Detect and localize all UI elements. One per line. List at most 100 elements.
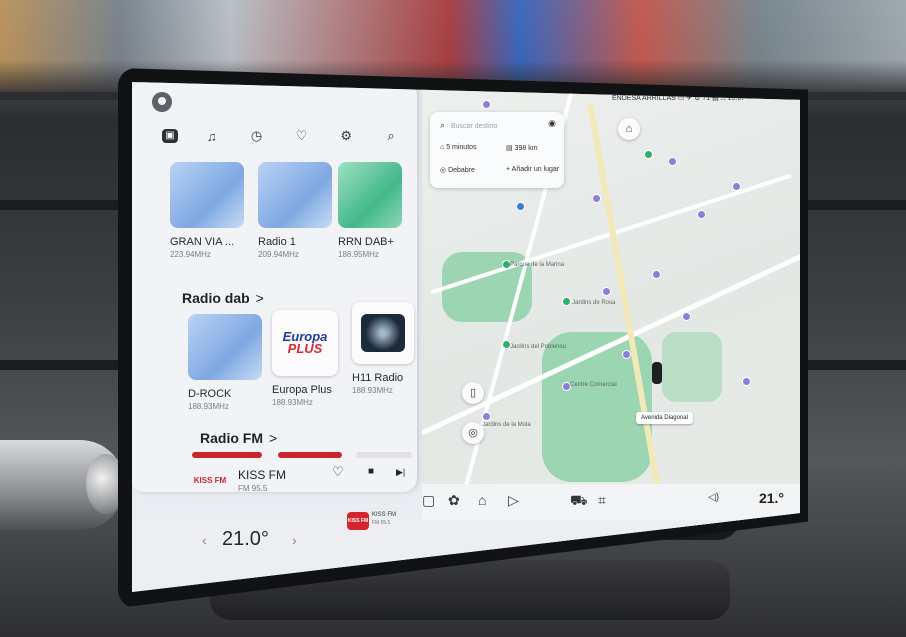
pin-icon: ◎: [440, 167, 447, 174]
station-card[interactable]: D-ROCK 188.93MHz: [188, 314, 262, 411]
car-icon[interactable]: ⛟: [570, 492, 588, 511]
mini-player-subtitle: FM 95.5: [372, 520, 391, 526]
navigation-map[interactable]: Parque de la Marina Jardins de Rosa Jard…: [422, 82, 800, 532]
station-artwork: [188, 314, 262, 380]
map-poi[interactable]: [697, 210, 706, 219]
search-icon: ⌕: [440, 120, 446, 130]
europa-plus-logo: Europa PLUS: [272, 310, 338, 376]
map-layers-icon[interactable]: ▯: [462, 382, 484, 404]
logo-text: PLUS: [287, 341, 323, 356]
map-poi[interactable]: [562, 297, 571, 306]
h11-radio-logo: [352, 302, 414, 364]
search-icon[interactable]: ⌕: [380, 128, 402, 144]
fan-icon[interactable]: ✿: [448, 492, 460, 509]
music-icon[interactable]: ♫: [201, 129, 223, 144]
map-poi[interactable]: [622, 350, 631, 359]
map-poi[interactable]: [592, 194, 601, 203]
station-artwork: [170, 162, 244, 228]
add-place-button[interactable]: + Añadir un lugar: [506, 166, 559, 173]
now-playing-title: KISS FM: [238, 468, 287, 482]
shortcut-label: Añadir un lugar: [511, 166, 560, 173]
section-title: Radio FM: [200, 430, 263, 446]
map-poi[interactable]: [482, 412, 491, 421]
volume-icon[interactable]: ◁): [708, 492, 719, 503]
search-placeholder: Buscar destino: [451, 123, 498, 130]
app-tile-icon[interactable]: ▢: [422, 492, 435, 509]
shortcut-place[interactable]: ◎ Debabre: [440, 166, 475, 174]
settings-icon[interactable]: ◉: [548, 118, 556, 129]
source-select-icon[interactable]: ▣: [162, 129, 178, 143]
station-frequency: 188.93MHz: [352, 386, 393, 395]
mini-player-logo[interactable]: KISS FM: [347, 512, 369, 530]
chevron-right-icon: >: [255, 290, 264, 306]
map-poi[interactable]: [602, 287, 611, 296]
map-poi[interactable]: [482, 100, 491, 109]
fm-card-edge[interactable]: [356, 452, 412, 458]
driver-temperature[interactable]: 21.0°: [222, 528, 269, 551]
current-street-chip: Avenida Diagonal: [636, 412, 693, 424]
map-label: Jardins de Rosa: [572, 300, 616, 306]
shortcut-label: 5 minutos: [446, 144, 477, 151]
media-panel: ▣ ♫ ◷ ♡ ⚙ ⌕ GRAN VIA ... 223.94MHz Radio…: [132, 82, 417, 493]
station-frequency: 223.94MHz: [170, 250, 211, 259]
favorites-icon[interactable]: ♡: [290, 128, 312, 144]
favorite-icon[interactable]: ♡: [332, 464, 344, 480]
stop-button[interactable]: ■: [368, 466, 374, 477]
history-icon[interactable]: ◷: [246, 128, 268, 144]
station-name: D-ROCK: [188, 388, 232, 400]
kiss-fm-logo: KISS FM: [193, 476, 227, 485]
section-radio-fm[interactable]: Radio FM >: [200, 430, 277, 446]
media-play-icon[interactable]: ▷: [508, 492, 519, 509]
fm-station-strip: [192, 452, 412, 460]
user-avatar[interactable]: [152, 92, 172, 112]
next-button[interactable]: ▶|: [396, 467, 405, 478]
map-label: Parque de la Marina: [510, 262, 565, 268]
map-poi[interactable]: [644, 150, 653, 159]
photo-scene: Parque de la Marina Jardins de Rosa Jard…: [0, 0, 906, 637]
car-position-marker: [652, 362, 662, 384]
shortcut-label: 398 km: [514, 145, 538, 152]
station-card[interactable]: RRN DAB+ 188.95MHz: [338, 162, 402, 259]
shortcut-work[interactable]: ▤ 398 km: [506, 144, 538, 152]
section-title: Radio dab: [182, 290, 250, 306]
now-playing-bar: KISS FM KISS FM FM 95.5 ♡ ■ ▶|: [192, 464, 417, 514]
plus-icon: +: [506, 166, 511, 173]
station-frequency: 188.93MHz: [188, 402, 229, 411]
home-icon[interactable]: ⌂: [478, 492, 486, 508]
temp-increase-button[interactable]: ›: [292, 532, 297, 548]
infotainment-display: Parque de la Marina Jardins de Rosa Jard…: [132, 82, 800, 592]
apps-grid-icon[interactable]: ⌗: [598, 492, 606, 509]
map-poi[interactable]: [732, 182, 741, 191]
map-poi[interactable]: [682, 312, 691, 321]
station-artwork: [258, 162, 332, 228]
temp-decrease-button[interactable]: ‹: [202, 532, 207, 548]
app-dock: ▢ ✿ ⌂ ▷ ⛟ ⌗ ◁) 21.°: [422, 484, 800, 520]
station-card[interactable]: Radio 1 209.94MHz: [258, 162, 332, 259]
media-toolbar: ▣ ♫ ◷ ♡ ⚙ ⌕: [162, 126, 402, 146]
shortcut-label: Debabre: [448, 167, 475, 174]
passenger-temperature[interactable]: 21.°: [759, 490, 784, 506]
station-frequency: 209.94MHz: [258, 250, 299, 259]
station-card[interactable]: H11 Radio 188.93MHz: [352, 302, 414, 395]
map-poi[interactable]: [516, 202, 525, 211]
shortcut-home[interactable]: ⌂ 5 minutos: [440, 144, 477, 151]
station-name: RRN DAB+: [338, 236, 394, 248]
settings-icon[interactable]: ⚙: [335, 128, 357, 144]
station-card[interactable]: Europa PLUS Europa Plus 188.93MHz: [272, 310, 338, 407]
home-map-icon[interactable]: ⌂: [618, 118, 640, 140]
fm-card-edge[interactable]: [278, 452, 342, 458]
map-poi[interactable]: [668, 157, 677, 166]
chevron-right-icon: >: [269, 430, 278, 446]
station-name: H11 Radio: [352, 372, 404, 384]
fm-card-edge[interactable]: [192, 452, 262, 458]
station-name: Europa Plus: [272, 384, 332, 396]
recenter-icon[interactable]: ◎: [462, 422, 484, 444]
map-label: Centre Comercial: [570, 382, 617, 388]
map-poi[interactable]: [742, 377, 751, 386]
station-card[interactable]: GRAN VIA ... 223.94MHz: [170, 162, 244, 259]
section-radio-dab[interactable]: Radio dab >: [182, 290, 264, 306]
map-label: Jardins de la Mola: [482, 422, 531, 428]
map-poi[interactable]: [652, 270, 661, 279]
search-input[interactable]: ⌕ Buscar destino: [440, 120, 497, 131]
now-playing-subtitle: FM 95.5: [238, 484, 268, 493]
